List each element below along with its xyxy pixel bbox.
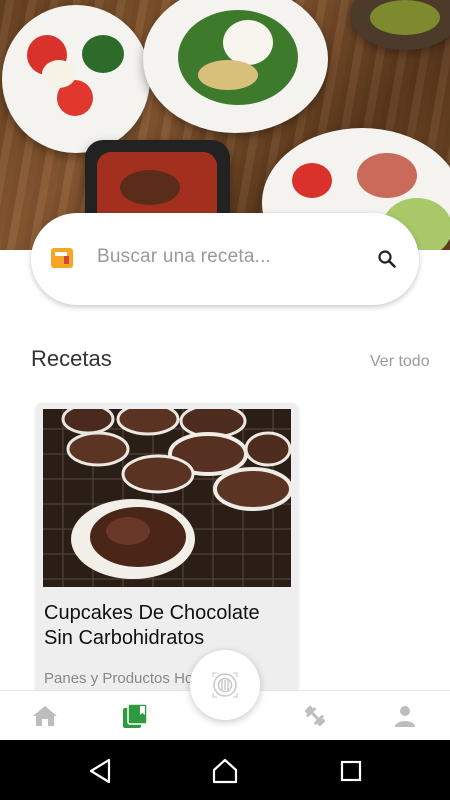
scan-icon — [212, 672, 238, 698]
plate-caprese — [2, 5, 150, 153]
nav-fitness[interactable] — [290, 691, 340, 741]
recipe-book-icon — [51, 248, 73, 268]
back-icon[interactable] — [87, 758, 113, 784]
section-title-recipes: Recetas — [31, 346, 112, 371]
recipe-title: Cupcakes De Chocolate Sin Carbohidratos — [44, 602, 260, 649]
scan-button[interactable] — [190, 650, 260, 720]
nav-profile[interactable] — [380, 691, 430, 741]
recipe-card[interactable]: Cupcakes De Chocolate Sin Carbohidratos … — [36, 403, 298, 703]
recents-icon[interactable] — [338, 758, 364, 784]
home-icon — [33, 706, 57, 726]
search-bar[interactable]: Buscar una receta... — [31, 213, 419, 305]
search-input[interactable]: Buscar una receta... — [97, 246, 271, 268]
recipe-image — [43, 409, 291, 587]
recipe-category: Panes y Productos Ho — [44, 670, 194, 687]
system-navigation-bar — [0, 740, 450, 800]
see-all-link[interactable]: Ver todo — [370, 353, 430, 371]
fitness-icon — [304, 705, 326, 727]
search-icon[interactable] — [377, 249, 397, 269]
nav-home[interactable] — [20, 691, 70, 741]
profile-icon — [395, 706, 415, 727]
nav-recipes[interactable] — [110, 691, 160, 741]
recipes-icon — [123, 703, 148, 728]
home-system-icon[interactable] — [212, 758, 238, 784]
